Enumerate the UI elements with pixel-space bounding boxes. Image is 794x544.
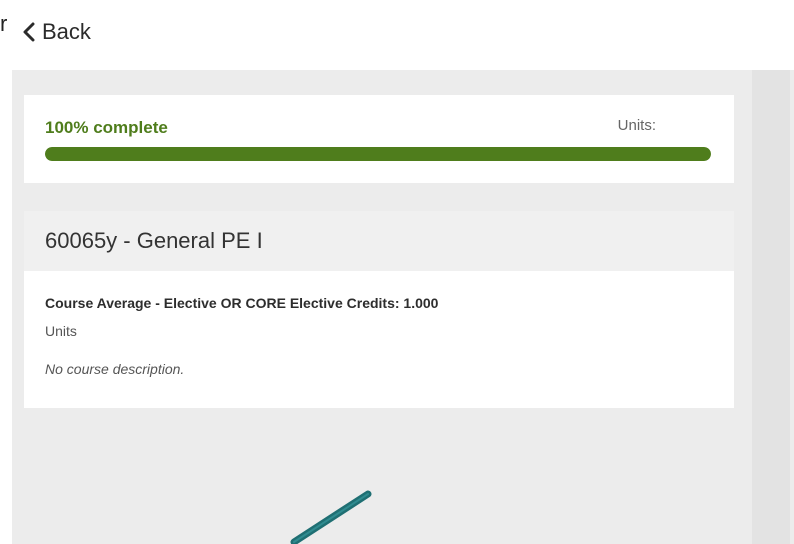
scroll-track[interactable] <box>752 70 790 544</box>
units-label: Units: <box>617 117 656 134</box>
course-credits: Course Average - Elective OR CORE Electi… <box>45 295 439 311</box>
back-button[interactable]: Back <box>22 19 91 45</box>
course-card[interactable]: 60065y - General PE I Course Average - E… <box>24 211 734 408</box>
progress-label: 100% complete <box>45 118 168 137</box>
progress-bar-fill <box>45 147 711 161</box>
top-bar: Back <box>0 0 794 70</box>
course-details: Course Average - Elective OR CORE Electi… <box>24 271 734 377</box>
progress-card: 100% complete Units: <box>24 95 734 183</box>
course-title[interactable]: 60065y - General PE I <box>24 211 734 271</box>
arrow-icon <box>290 490 372 544</box>
course-units: Units <box>45 323 77 339</box>
progress-bar <box>45 147 711 161</box>
course-description: No course description. <box>45 361 185 377</box>
back-label: Back <box>42 19 91 44</box>
stray-character: r <box>0 11 8 36</box>
chevron-left-icon <box>22 22 36 42</box>
